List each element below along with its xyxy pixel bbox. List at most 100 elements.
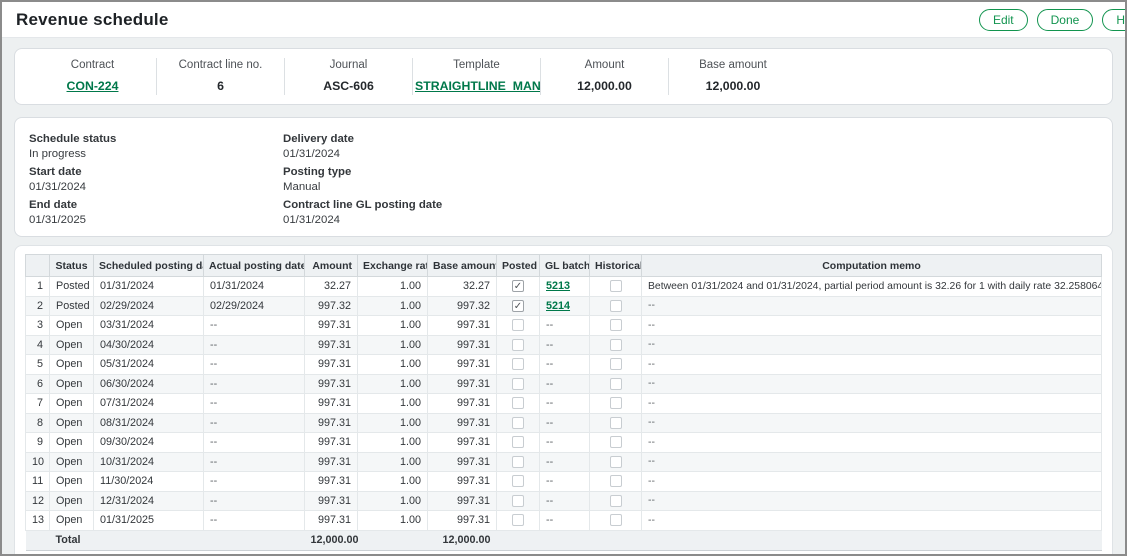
table-row: 7Open07/31/2024--997.311.00997.31---- [26, 394, 1102, 414]
historical-cell [590, 374, 642, 394]
scheduled-posting-date-cell: 11/30/2024 [94, 472, 204, 492]
posted-checkbox[interactable] [512, 378, 524, 390]
amount-cell: 997.32 [305, 296, 358, 316]
exchange-rate-cell: 1.00 [358, 394, 428, 414]
base-amount-cell: 997.31 [428, 433, 497, 453]
done-button[interactable]: Done [1037, 9, 1094, 31]
actual-posting-date-cell: -- [204, 413, 305, 433]
posted-cell [497, 316, 540, 336]
gl-batch-link[interactable]: 5214 [546, 300, 570, 312]
historical-checkbox[interactable] [610, 475, 622, 487]
detail-field-start-date: Start date01/31/2024 [29, 165, 283, 195]
posted-checkbox[interactable] [512, 417, 524, 429]
posted-cell [497, 491, 540, 511]
table-header-row: StatusScheduled posting dateActual posti… [26, 255, 1102, 277]
summary-field-amount: Amount 12,000.00 [541, 58, 669, 95]
summary-field-value: 12,000.00 [541, 79, 668, 93]
column-header-posted: Posted [497, 255, 540, 277]
summary-field-label: Template [413, 59, 540, 71]
table-row: 2Posted02/29/202402/29/2024997.321.00997… [26, 296, 1102, 316]
posted-checkbox[interactable] [512, 397, 524, 409]
summary-field-label: Contract [29, 59, 156, 71]
empty-value: -- [546, 397, 553, 409]
table-row: 12Open12/31/2024--997.311.00997.31---- [26, 491, 1102, 511]
posted-checkbox[interactable] [512, 339, 524, 351]
posted-checkbox[interactable] [512, 475, 524, 487]
empty-value: -- [648, 417, 655, 428]
historical-checkbox[interactable] [610, 378, 622, 390]
posted-checkbox[interactable] [512, 514, 524, 526]
historical-cell [590, 335, 642, 355]
summary-field-value: 6 [157, 79, 284, 93]
empty-value: -- [546, 358, 553, 370]
summary-field-value: ASC-606 [285, 79, 412, 93]
posted-checkbox[interactable] [512, 358, 524, 370]
posted-checkbox[interactable]: ✓ [512, 300, 524, 312]
column-header-historical: Historical [590, 255, 642, 277]
actual-posting-date-cell: -- [204, 511, 305, 531]
gl-batch-cell: -- [540, 433, 590, 453]
exchange-rate-cell: 1.00 [358, 433, 428, 453]
base-amount-cell: 997.31 [428, 355, 497, 375]
historical-checkbox[interactable] [610, 397, 622, 409]
row-number-cell: 11 [26, 472, 50, 492]
h-clipped-button[interactable]: H [1102, 9, 1127, 31]
historical-cell [590, 491, 642, 511]
table-row: 6Open06/30/2024--997.311.00997.31---- [26, 374, 1102, 394]
posted-cell [497, 452, 540, 472]
summary-field-label: Base amount [669, 59, 797, 71]
posted-checkbox[interactable] [512, 456, 524, 468]
empty-value: -- [648, 339, 655, 350]
summary-field-label: Amount [541, 59, 668, 71]
empty-value: -- [648, 437, 655, 448]
empty-value: -- [648, 515, 655, 526]
empty-value: -- [210, 358, 217, 370]
historical-cell [590, 355, 642, 375]
actual-posting-date-cell: -- [204, 335, 305, 355]
total-amount-cell: 12,000.00 [305, 530, 358, 550]
historical-cell [590, 452, 642, 472]
summary-field-value: STRAIGHTLINE_MANUAL [413, 79, 540, 93]
base-amount-cell: 997.31 [428, 491, 497, 511]
summary-card: ContractCON-224Contract line no.6Journal… [14, 48, 1113, 105]
gl-batch-link[interactable]: 5213 [546, 280, 570, 292]
detail-field-value: In progress [29, 147, 283, 162]
summary-field-value: 12,000.00 [669, 79, 797, 93]
historical-checkbox[interactable] [610, 436, 622, 448]
actual-posting-date-cell: -- [204, 452, 305, 472]
historical-checkbox[interactable] [610, 319, 622, 331]
empty-value: -- [648, 378, 655, 389]
detail-field-label: Schedule status [29, 132, 283, 147]
empty-value: -- [210, 378, 217, 390]
template-link[interactable]: STRAIGHTLINE_MANUAL [415, 79, 541, 93]
actual-posting-date-cell: -- [204, 316, 305, 336]
computation-memo-cell: -- [642, 491, 1102, 511]
contract-link[interactable]: CON-224 [67, 79, 119, 93]
table-row: 11Open11/30/2024--997.311.00997.31---- [26, 472, 1102, 492]
historical-checkbox[interactable] [610, 417, 622, 429]
exchange-rate-cell: 1.00 [358, 277, 428, 297]
historical-checkbox[interactable] [610, 339, 622, 351]
historical-checkbox[interactable] [610, 358, 622, 370]
schedule-table: StatusScheduled posting dateActual posti… [25, 254, 1102, 551]
historical-checkbox[interactable] [610, 280, 622, 292]
detail-field-value: 01/31/2024 [283, 147, 442, 162]
actual-posting-date-cell: -- [204, 491, 305, 511]
historical-cell [590, 413, 642, 433]
exchange-rate-cell: 1.00 [358, 316, 428, 336]
historical-checkbox[interactable] [610, 495, 622, 507]
summary-field-label: Journal [285, 59, 412, 71]
posted-checkbox[interactable]: ✓ [512, 280, 524, 292]
historical-cell [590, 316, 642, 336]
summary-field-journal: Journal ASC-606 [285, 58, 413, 95]
gl-batch-cell: -- [540, 413, 590, 433]
scheduled-posting-date-cell: 07/31/2024 [94, 394, 204, 414]
posted-checkbox[interactable] [512, 319, 524, 331]
empty-value: -- [210, 495, 217, 507]
posted-checkbox[interactable] [512, 495, 524, 507]
historical-checkbox[interactable] [610, 300, 622, 312]
historical-checkbox[interactable] [610, 514, 622, 526]
edit-button[interactable]: Edit [979, 9, 1028, 31]
posted-checkbox[interactable] [512, 436, 524, 448]
historical-checkbox[interactable] [610, 456, 622, 468]
